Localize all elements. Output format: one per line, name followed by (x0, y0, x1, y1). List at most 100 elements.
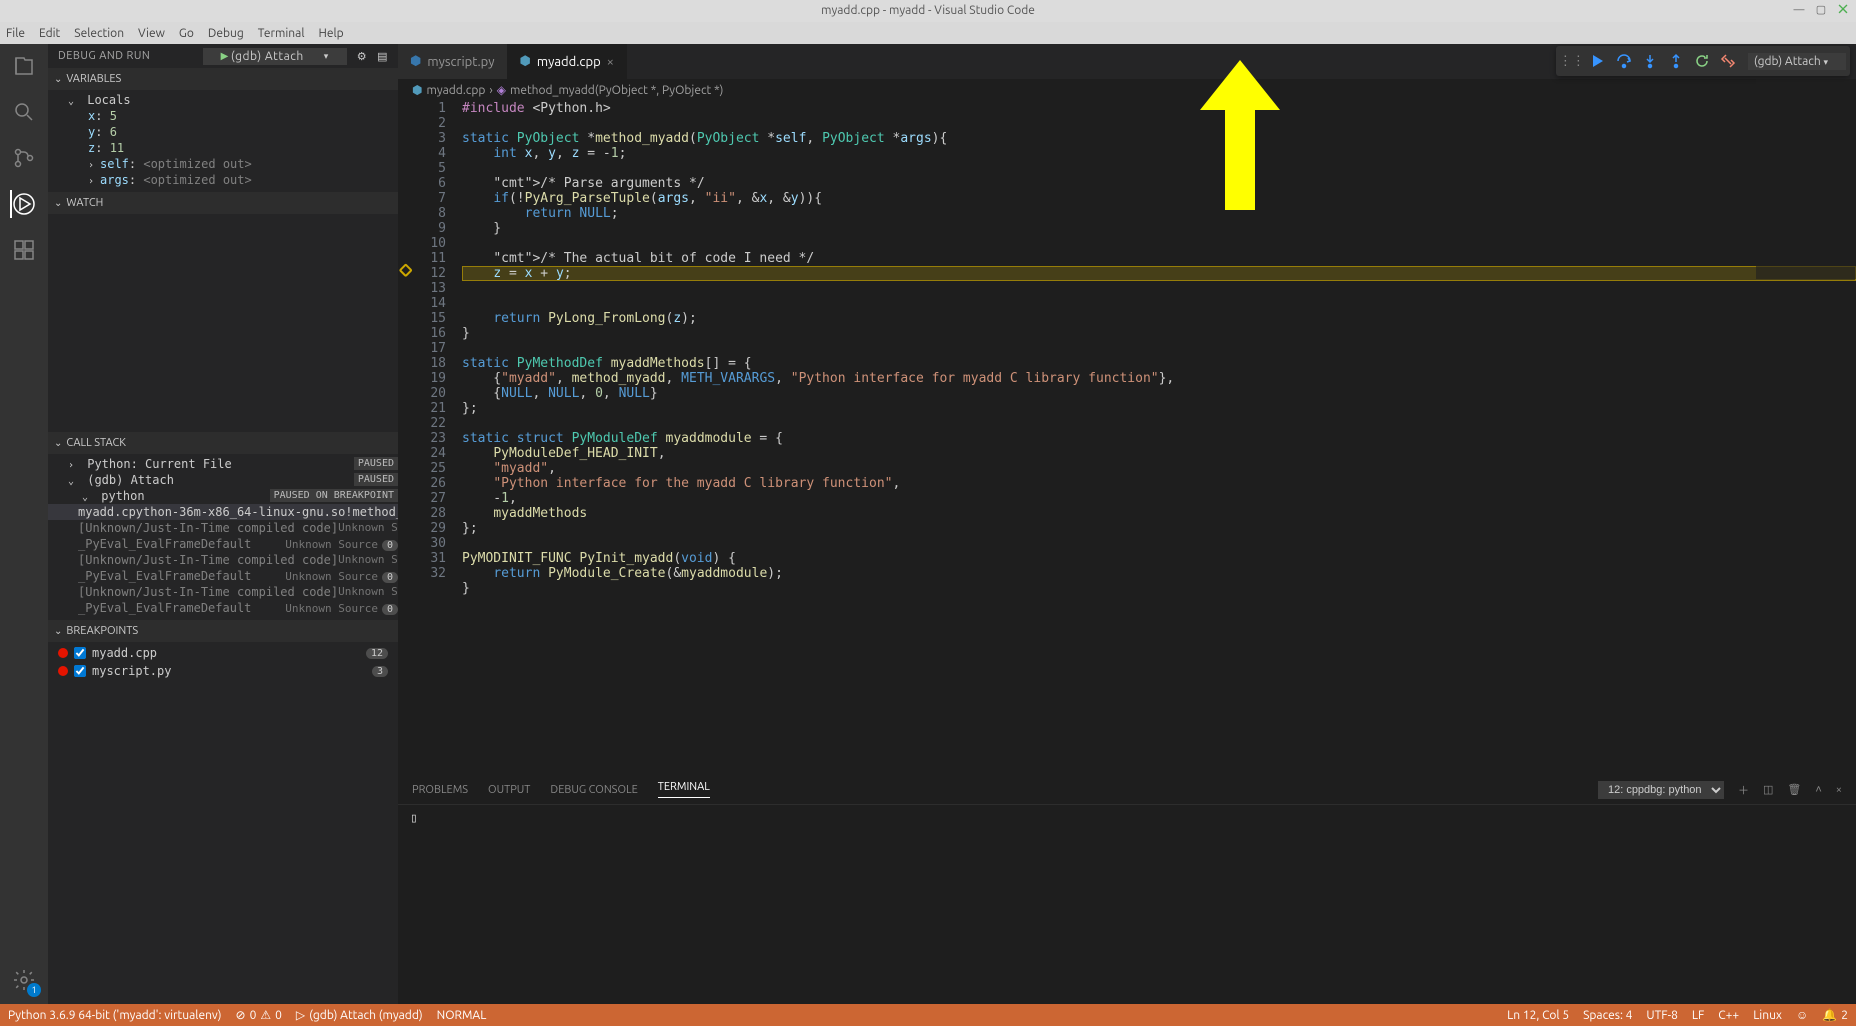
debug-toolbar-config[interactable]: (gdb) Attach ▾ (1748, 53, 1846, 70)
variables-section-header[interactable]: ⌄ VARIABLES (48, 68, 398, 90)
step-into-button[interactable] (1638, 49, 1662, 73)
step-over-button[interactable] (1612, 49, 1636, 73)
chevron-down-icon: ⌄ (54, 197, 62, 209)
drag-handle-icon[interactable]: ⋮⋮ (1560, 49, 1584, 73)
window-title: myadd.cpp - myadd - Visual Studio Code (821, 4, 1035, 17)
continue-button[interactable] (1586, 49, 1610, 73)
breadcrumb[interactable]: ⬢ myadd.cpp › ◈ method_myadd(PyObject *,… (398, 79, 1856, 101)
stack-frame[interactable]: [Unknown/Just-In-Time compiled code]Unkn… (48, 584, 398, 600)
menu-go[interactable]: Go (179, 27, 194, 40)
status-encoding[interactable]: UTF-8 (1646, 1008, 1677, 1022)
step-out-button[interactable] (1664, 49, 1688, 73)
minimap[interactable] (1756, 79, 1856, 279)
status-vim-mode[interactable]: NORMAL (437, 1009, 487, 1022)
window-maximize-icon[interactable]: ▢ (1814, 3, 1828, 17)
stack-frame[interactable]: _PyEval_EvalFrameDefaultUnknown Source0 (48, 536, 398, 552)
variable-row[interactable]: z: 11 (48, 140, 398, 156)
status-feedback-icon[interactable]: ☺ (1796, 1008, 1808, 1022)
kill-terminal-icon[interactable]: 🗑 (1787, 783, 1801, 796)
code-editor[interactable]: 1234567891011121314151617181920212223242… (398, 101, 1856, 774)
panel-tab-output[interactable]: OUTPUT (488, 784, 530, 796)
window-close-icon[interactable]: ⨉ (1836, 3, 1850, 17)
status-os[interactable]: Linux (1753, 1008, 1782, 1022)
debug-config-select[interactable]: ▶ (gdb) Attach ▾ (203, 48, 347, 65)
menu-selection[interactable]: Selection (74, 27, 124, 40)
status-notifications[interactable]: 🔔 2 (1822, 1008, 1848, 1022)
stack-frame[interactable]: [Unknown/Just-In-Time compiled code]Unkn… (48, 520, 398, 536)
status-cursor-pos[interactable]: Ln 12, Col 5 (1507, 1008, 1569, 1022)
status-language[interactable]: C++ (1718, 1008, 1739, 1022)
breakpoint-checkbox[interactable] (74, 647, 86, 659)
maximize-panel-icon[interactable]: ˄ (1815, 784, 1821, 796)
status-eol[interactable]: LF (1692, 1008, 1704, 1022)
debug-icon[interactable] (10, 190, 38, 218)
callstack-thread[interactable]: ⌄ (gdb) Attach PAUSED (48, 472, 398, 488)
breakpoint-row[interactable]: myscript.py 3 (48, 662, 398, 680)
tab-myadd[interactable]: ⬢ myadd.cpp × (508, 44, 627, 79)
chevron-down-icon: ⌄ (54, 625, 62, 637)
variables-scope[interactable]: ⌄ Locals (48, 92, 398, 108)
breakpoint-checkbox[interactable] (74, 665, 86, 677)
panel-tab-terminal[interactable]: TERMINAL (658, 781, 710, 798)
status-debug[interactable]: ▷ (gdb) Attach (myadd) (296, 1008, 423, 1022)
variable-row[interactable]: ›args: <optimized out> (48, 172, 398, 188)
editor-area: ⬢ myscript.py ⬢ myadd.cpp × ⋮⋮ (398, 44, 1856, 1004)
stack-frame[interactable]: _PyEval_EvalFrameDefaultUnknown Source0 (48, 568, 398, 584)
chevron-down-icon: ⌄ (68, 476, 80, 487)
terminal-body[interactable]: ▯ (398, 805, 1856, 1004)
debug-toolbar[interactable]: ⋮⋮ (gdb (1556, 46, 1850, 76)
status-indent[interactable]: Spaces: 4 (1583, 1008, 1632, 1022)
menu-view[interactable]: View (138, 27, 165, 40)
status-problems[interactable]: ⊘ 0 ⚠ 0 (236, 1008, 282, 1022)
breakpoint-dot-icon (58, 666, 68, 676)
restart-button[interactable] (1690, 49, 1714, 73)
window-minimize-icon[interactable]: — (1792, 3, 1806, 17)
chevron-right-icon: › (88, 176, 100, 187)
menu-file[interactable]: File (6, 27, 25, 40)
status-python[interactable]: Python 3.6.9 64-bit ('myadd': virtualenv… (8, 1009, 222, 1022)
chevron-down-icon: ⌄ (54, 437, 62, 449)
menu-debug[interactable]: Debug (208, 27, 244, 40)
chevron-right-icon: › (489, 84, 492, 97)
tab-bar: ⬢ myscript.py ⬢ myadd.cpp × ⋮⋮ (398, 44, 1856, 79)
chevron-down-icon: ▾ (1823, 57, 1828, 67)
chevron-right-icon: › (88, 160, 100, 171)
status-bar: Python 3.6.9 64-bit ('myadd': virtualenv… (0, 1004, 1856, 1026)
variable-row[interactable]: x: 5 (48, 108, 398, 124)
settings-gear-icon[interactable]: 1 (10, 966, 38, 994)
stack-frame[interactable]: [Unknown/Just-In-Time compiled code]Unkn… (48, 552, 398, 568)
variable-row[interactable]: y: 6 (48, 124, 398, 140)
callstack-thread[interactable]: › Python: Current File PAUSED (48, 456, 398, 472)
callstack-thread-child[interactable]: ⌄ python PAUSED ON BREAKPOINT (48, 488, 398, 504)
disconnect-button[interactable] (1716, 49, 1740, 73)
close-panel-icon[interactable]: × (1836, 784, 1842, 796)
close-icon[interactable]: × (607, 55, 614, 69)
debug-console-icon[interactable]: ▤ (377, 50, 388, 63)
menubar: File Edit Selection View Go Debug Termin… (0, 22, 1856, 44)
play-icon: ▶ (221, 50, 229, 62)
tab-myscript[interactable]: ⬢ myscript.py (398, 44, 508, 79)
cpp-file-icon: ⬢ (412, 83, 422, 97)
search-icon[interactable] (10, 98, 38, 126)
source-control-icon[interactable] (10, 144, 38, 172)
stack-frame[interactable]: myadd.cpython-36m-x86_64-linux-gnu.so!me… (48, 504, 398, 520)
chevron-down-icon: ⌄ (82, 492, 94, 503)
gear-icon[interactable]: ⚙ (357, 50, 367, 63)
breakpoints-section-header[interactable]: ⌄ BREAKPOINTS (48, 620, 398, 642)
menu-edit[interactable]: Edit (39, 27, 60, 40)
menu-terminal[interactable]: Terminal (258, 27, 305, 40)
stack-frame[interactable]: _PyEval_EvalFrameDefaultUnknown Source0 (48, 600, 398, 616)
panel-tab-debugconsole[interactable]: DEBUG CONSOLE (550, 784, 637, 796)
new-terminal-icon[interactable]: ＋ (1738, 782, 1749, 798)
panel-tab-problems[interactable]: PROBLEMS (412, 784, 468, 796)
breakpoint-row[interactable]: myadd.cpp 12 (48, 644, 398, 662)
extensions-icon[interactable] (10, 236, 38, 264)
terminal-selector[interactable]: 12: cppdbg: python (1598, 781, 1724, 799)
sidebar: DEBUG AND RUN ▶ (gdb) Attach ▾ ⚙ ▤ ⌄ VAR… (48, 44, 398, 1004)
split-terminal-icon[interactable]: ◫ (1763, 783, 1773, 796)
explorer-icon[interactable] (10, 52, 38, 80)
menu-help[interactable]: Help (318, 27, 343, 40)
watch-section-header[interactable]: ⌄ WATCH (48, 192, 398, 214)
variable-row[interactable]: ›self: <optimized out> (48, 156, 398, 172)
callstack-section-header[interactable]: ⌄ CALL STACK (48, 432, 398, 454)
